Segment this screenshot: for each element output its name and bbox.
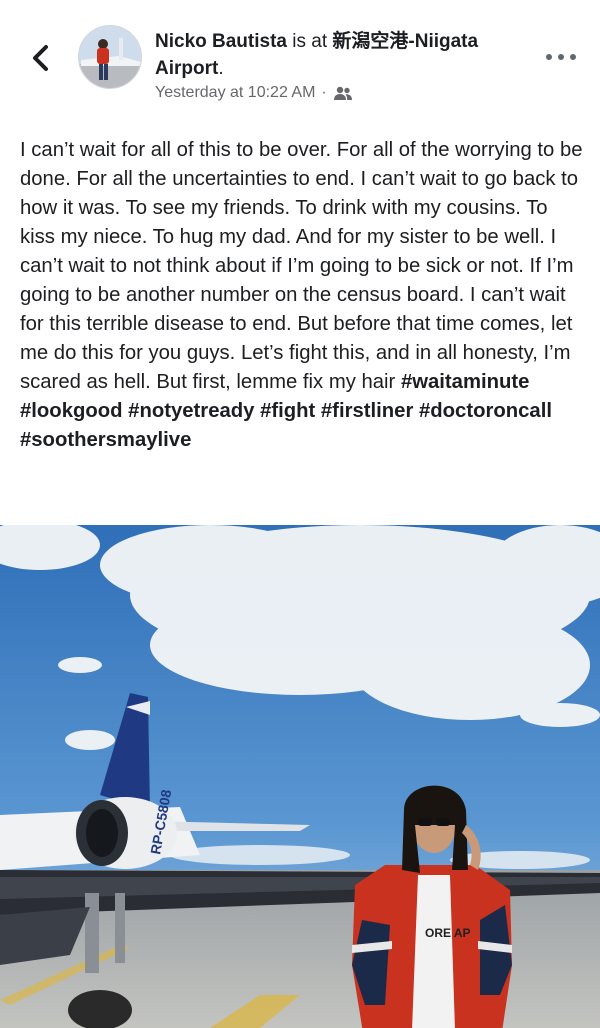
hashtag[interactable]: #lookgood: [20, 400, 123, 422]
hashtag[interactable]: #notyetready: [128, 400, 254, 422]
back-button[interactable]: [22, 40, 58, 76]
more-options-button[interactable]: [546, 50, 576, 64]
meta-separator: ·: [321, 84, 327, 101]
is-at-text: is at: [286, 31, 333, 52]
jacket-print: ORE AP: [425, 926, 471, 940]
airport-photo: RP-C5808 ORE AP: [0, 525, 600, 1028]
more-dot: [570, 54, 576, 60]
post-body: I can’t wait for all of this to be over.…: [20, 136, 585, 455]
post-header: Nicko Bautista is at 新潟空港-Niigata Airpor…: [0, 0, 600, 125]
post-meta: Yesterday at 10:22 AM ·: [155, 84, 353, 102]
friends-icon[interactable]: [333, 85, 353, 101]
more-dot: [558, 54, 564, 60]
more-dot: [546, 54, 552, 60]
hashtag[interactable]: #fight: [260, 400, 315, 422]
post-message: I can’t wait for all of this to be over.…: [20, 139, 583, 393]
author-name[interactable]: Nicko Bautista: [155, 31, 287, 52]
avatar[interactable]: [78, 25, 142, 89]
location-suffix: .: [218, 58, 224, 79]
avatar-photo: [79, 26, 141, 88]
chevron-left-icon: [33, 45, 48, 71]
post-author-line: Nicko Bautista is at 新潟空港-Niigata Airpor…: [155, 28, 495, 82]
hashtag[interactable]: #waitaminute: [401, 371, 529, 393]
post-photo[interactable]: RP-C5808 ORE AP: [0, 525, 600, 1028]
hashtag[interactable]: #soothersmaylive: [20, 429, 191, 451]
post-timestamp[interactable]: Yesterday at 10:22 AM: [155, 84, 315, 102]
hashtag[interactable]: #doctoroncall: [419, 400, 552, 422]
hashtag[interactable]: #firstliner: [321, 400, 413, 422]
